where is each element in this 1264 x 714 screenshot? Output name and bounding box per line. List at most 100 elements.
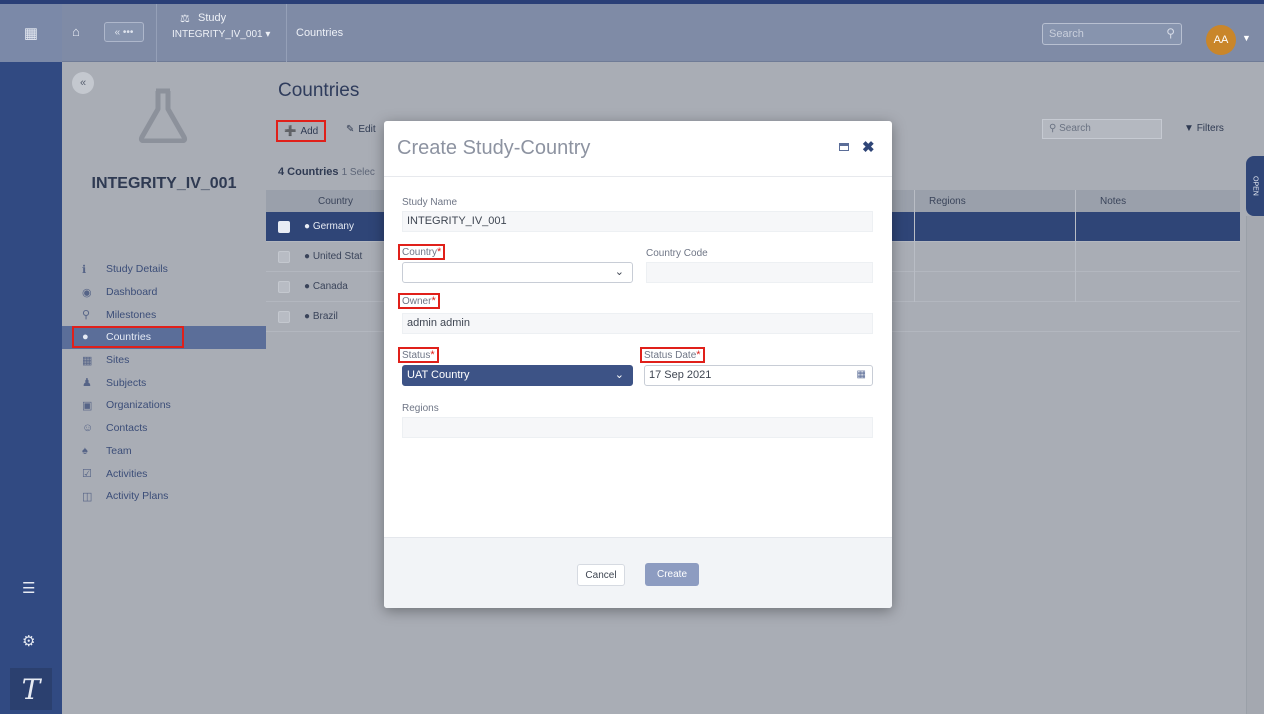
open-side-panel-tab[interactable]: OPEN — [1246, 156, 1264, 216]
list-menu-icon[interactable]: ☰ — [22, 579, 35, 597]
study-selector-value: INTEGRITY_IV_001 ▾ — [172, 29, 271, 40]
chevron-down-icon: ⌄ — [614, 369, 624, 381]
country-cell: United Stat — [312, 251, 363, 262]
grid-divider — [914, 190, 915, 302]
nav-item-label: Activity Plans — [106, 490, 169, 503]
nav-item-label: Organizations — [106, 399, 171, 412]
organization-icon: ▣ — [82, 399, 93, 412]
caret-down-icon[interactable]: ▼ — [1242, 33, 1251, 43]
gear-icon[interactable]: ⚙ — [22, 632, 35, 650]
country-select[interactable]: ⌄ — [402, 262, 633, 283]
nav-item-dashboard[interactable]: ◉ Dashboard — [62, 281, 266, 304]
home-icon[interactable]: ⌂ — [72, 24, 80, 39]
country-code-field — [646, 262, 873, 283]
grid-search-input[interactable]: ⚲ Search — [1042, 119, 1162, 139]
collapse-nav-button[interactable]: « — [72, 72, 94, 94]
country-cell: Germany — [312, 221, 354, 232]
status-date-field[interactable]: 17 Sep 2021 ▦ — [644, 365, 873, 386]
globe-icon: ● — [304, 221, 311, 232]
pencil-icon: ✎ — [346, 124, 355, 135]
filter-icon: ▼ — [1184, 123, 1194, 134]
column-header-notes[interactable]: Notes — [1100, 196, 1126, 207]
create-button[interactable]: Create — [645, 563, 699, 586]
nav-item-study-details[interactable]: ℹ Study Details — [62, 258, 266, 281]
flask-icon: ⚖ — [180, 13, 190, 25]
nav-item-label: Sites — [106, 354, 130, 367]
row-checkbox[interactable] — [278, 280, 290, 293]
globe-icon: ● — [304, 311, 311, 322]
team-icon: ♠ — [82, 444, 88, 457]
person-icon: ♟ — [82, 377, 92, 390]
study-nav-panel: « INTEGRITY_IV_001 ℹ Study Details ◉ Das… — [62, 62, 266, 714]
row-checkbox[interactable] — [278, 310, 290, 323]
apps-grid-icon: ▦ — [23, 25, 39, 42]
regions-field[interactable] — [402, 417, 873, 438]
search-icon: ⚲ — [1049, 123, 1057, 134]
study-name-label: Study Name — [402, 197, 458, 208]
owner-field[interactable]: admin admin — [402, 313, 873, 334]
apps-grid-button[interactable]: ▦ — [0, 4, 62, 62]
maximize-icon[interactable] — [839, 143, 849, 151]
column-header-regions[interactable]: Regions — [929, 196, 966, 207]
nav-item-activities[interactable]: ☑ Activities — [62, 462, 266, 485]
study-title: INTEGRITY_IV_001 — [91, 175, 237, 192]
header-search-input[interactable]: Search ⚲ — [1042, 23, 1182, 45]
caret-down-icon: ▾ — [265, 29, 271, 40]
plan-icon: ◫ — [82, 490, 93, 503]
close-icon[interactable]: ✖ — [862, 138, 875, 156]
cancel-button[interactable]: Cancel — [577, 564, 625, 586]
nav-item-activity-plans[interactable]: ◫ Activity Plans — [62, 485, 266, 508]
nav-item-milestones[interactable]: ⚲ Milestones — [62, 303, 266, 326]
owner-label: Owner* — [398, 293, 440, 309]
country-cell: Canada — [312, 281, 348, 292]
dialog-title: Create Study-Country — [397, 137, 591, 159]
status-date-label: Status Date* — [640, 347, 705, 363]
nav-item-countries[interactable]: ● Countries — [62, 326, 266, 349]
nav-item-team[interactable]: ♠ Team — [62, 440, 266, 463]
nav-item-organizations[interactable]: ▣ Organizations — [62, 394, 266, 417]
contacts-icon: ☺ — [82, 422, 94, 435]
nav-item-subjects[interactable]: ♟ Subjects — [62, 371, 266, 394]
globe-icon: ● — [304, 251, 311, 262]
breadcrumb-countries[interactable]: Countries — [296, 27, 343, 39]
nav-item-label: Activities — [106, 467, 148, 480]
back-button[interactable]: « ••• — [104, 22, 144, 42]
app-logo: T — [10, 668, 52, 710]
nav-item-label: Subjects — [106, 376, 147, 389]
study-selector[interactable]: ⚖ Study INTEGRITY_IV_001 ▾ — [172, 12, 282, 40]
filters-button[interactable]: ▼ Filters — [1184, 123, 1224, 134]
flask-icon — [138, 88, 188, 143]
building-icon: ▦ — [82, 354, 93, 367]
study-name-field: INTEGRITY_IV_001 — [402, 211, 873, 232]
app-rail: ▦ ☰ ⚙ T — [0, 4, 62, 714]
grid-divider — [1075, 190, 1076, 302]
chevron-down-icon: ⌄ — [614, 266, 624, 278]
study-nav-list: ℹ Study Details ◉ Dashboard ⚲ Milestones… — [62, 258, 266, 508]
column-header-country[interactable]: Country — [318, 196, 353, 207]
edit-button-label: Edit — [358, 124, 376, 135]
country-code-label: Country Code — [646, 248, 708, 259]
nav-item-label: Team — [106, 444, 132, 457]
row-checkbox[interactable] — [278, 250, 290, 263]
calendar-icon: ☑ — [82, 468, 92, 481]
dialog-footer: Cancel Create — [384, 537, 892, 608]
pin-icon: ⚲ — [82, 309, 91, 322]
top-header: ⌂ « ••• ⚖ Study INTEGRITY_IV_001 ▾ Count… — [62, 4, 1264, 62]
avatar[interactable]: AA — [1206, 25, 1236, 55]
plus-circle-icon: ➕ — [284, 125, 297, 137]
calendar-icon[interactable]: ▦ — [857, 369, 866, 380]
nav-item-contacts[interactable]: ☺ Contacts — [62, 417, 266, 440]
add-button[interactable]: ➕ Add — [276, 120, 327, 142]
row-checkbox[interactable] — [278, 220, 290, 233]
add-button-label: Add — [300, 125, 319, 137]
edit-button[interactable]: ✎ Edit — [346, 124, 376, 135]
status-select[interactable]: UAT Country ⌄ — [402, 365, 633, 386]
highlight-box — [72, 326, 184, 349]
nav-item-label: Contacts — [106, 422, 148, 435]
status-label: Status* — [398, 347, 439, 363]
info-icon: ℹ — [82, 263, 87, 276]
nav-item-label: Study Details — [106, 263, 168, 276]
regions-label: Regions — [402, 403, 439, 414]
search-icon: ⚲ — [1166, 26, 1175, 40]
nav-item-sites[interactable]: ▦ Sites — [62, 349, 266, 372]
